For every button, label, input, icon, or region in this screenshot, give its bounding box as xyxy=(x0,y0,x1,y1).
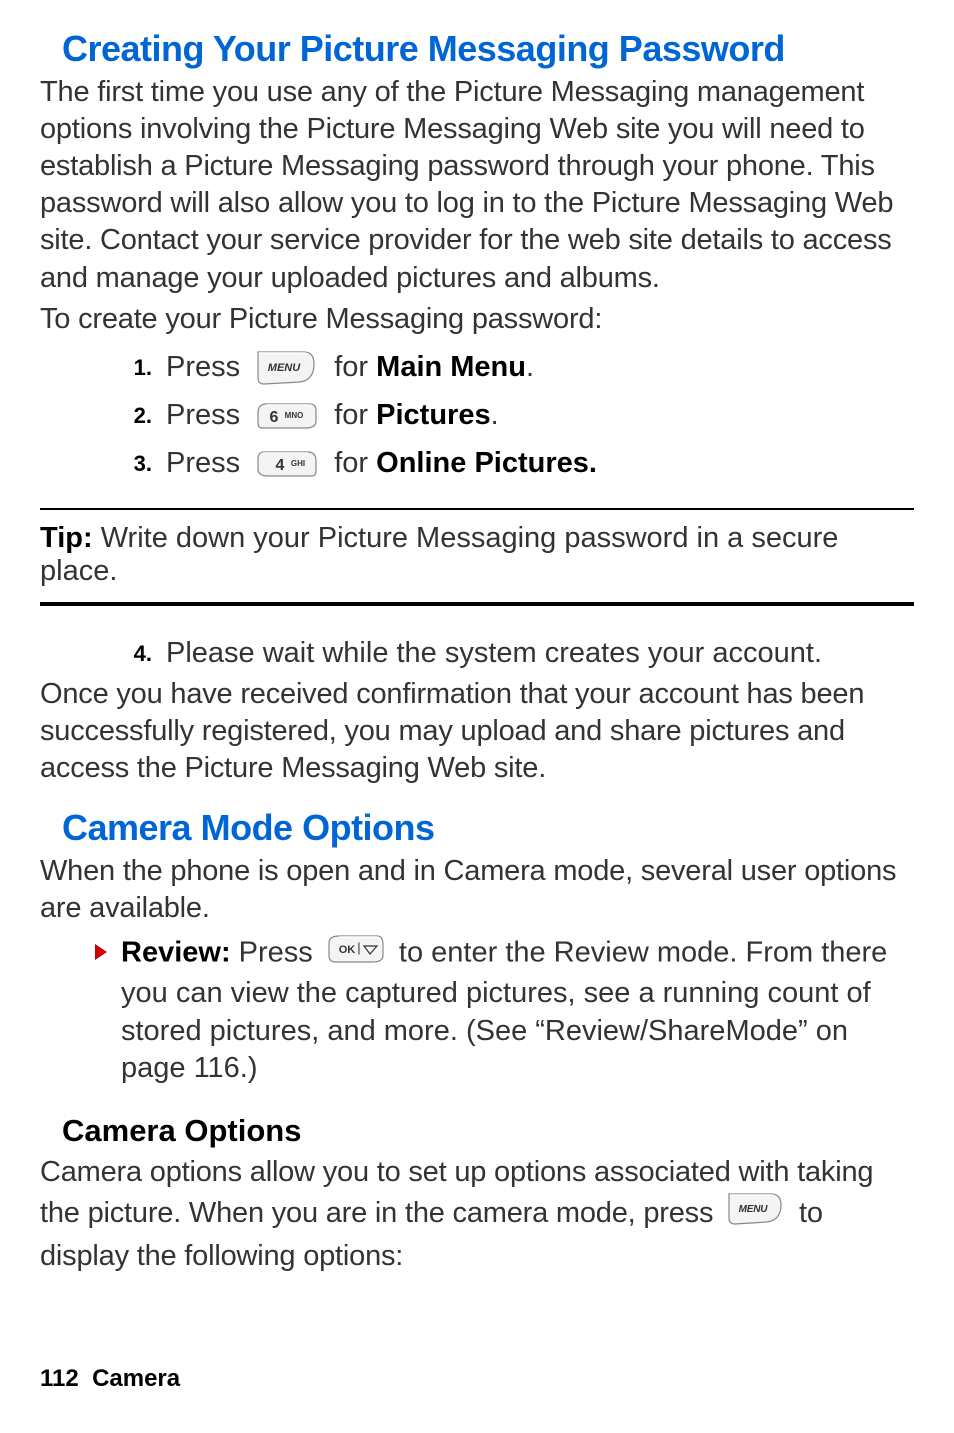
tip-box: Tip: Write down your Picture Messaging p… xyxy=(40,508,914,606)
step-dot: . xyxy=(526,351,534,384)
page-section-label: Camera xyxy=(92,1365,180,1392)
six-key-icon: 6 MNO xyxy=(256,401,318,431)
heading-creating-password: Creating Your Picture Messaging Password xyxy=(40,28,914,70)
heading-camera-mode-options: Camera Mode Options xyxy=(40,807,914,849)
step-2: 2. Press 6 MNO for Pictures . xyxy=(40,396,914,436)
svg-text:4: 4 xyxy=(276,457,285,474)
paragraph-camera-mode: When the phone is open and in Camera mod… xyxy=(40,853,914,927)
svg-text:|: | xyxy=(357,940,360,955)
step-4-text: Please wait while the system creates you… xyxy=(166,637,822,670)
step-for: for xyxy=(326,447,376,480)
heading-camera-options: Camera Options xyxy=(40,1113,914,1149)
page-number: 112 xyxy=(40,1365,79,1392)
paragraph-confirmation: Once you have received confirmation that… xyxy=(40,676,914,787)
step-for: for xyxy=(326,399,376,432)
svg-text:6: 6 xyxy=(270,409,279,426)
paragraph-intro: The first time you use any of the Pictur… xyxy=(40,74,914,297)
step-4: 4. Please wait while the system creates … xyxy=(40,634,914,674)
svg-text:GHI: GHI xyxy=(291,459,305,468)
menu-key-icon: MENU xyxy=(727,1192,785,1237)
step-number: 3. xyxy=(122,451,152,477)
step-number: 2. xyxy=(122,403,152,429)
step-target: Online Pictures. xyxy=(376,447,597,480)
menu-key-icon: MENU xyxy=(256,350,318,386)
ok-key-icon: OK | xyxy=(327,933,385,975)
step-1: 1. Press MENU for Main Menu . xyxy=(40,348,914,388)
step-for: for xyxy=(326,351,376,384)
bullet-review: Review: Press OK | to enter the Review m… xyxy=(95,933,914,1086)
bullet-label: Review: xyxy=(121,937,239,969)
steps-list: 1. Press MENU for Main Menu . 2. Press xyxy=(40,348,914,484)
step-prefix: Press xyxy=(166,447,248,480)
paragraph-camera-options: Camera options allow you to set up optio… xyxy=(40,1153,914,1276)
triangle-bullet-icon xyxy=(95,944,107,960)
svg-text:MENU: MENU xyxy=(268,362,301,374)
step-number: 1. xyxy=(122,355,152,381)
page-footer: 112 Camera xyxy=(40,1365,180,1393)
tip-text: Write down your Picture Messaging passwo… xyxy=(40,522,838,587)
four-key-icon: 4 GHI xyxy=(256,449,318,479)
paragraph-to-create: To create your Picture Messaging passwor… xyxy=(40,301,914,338)
svg-text:MENU: MENU xyxy=(739,1204,769,1215)
step-prefix: Press xyxy=(166,399,248,432)
tip-label: Tip: xyxy=(40,522,101,554)
bullet-pre: Press xyxy=(239,937,321,969)
svg-text:MNO: MNO xyxy=(285,411,304,420)
svg-text:OK: OK xyxy=(339,944,356,956)
step-3: 3. Press 4 GHI for Online Pictures. xyxy=(40,444,914,484)
step-target: Pictures xyxy=(376,399,490,432)
step-prefix: Press xyxy=(166,351,248,384)
step-dot: . xyxy=(491,399,499,432)
step-target: Main Menu xyxy=(376,351,526,384)
step-number: 4. xyxy=(122,641,152,667)
